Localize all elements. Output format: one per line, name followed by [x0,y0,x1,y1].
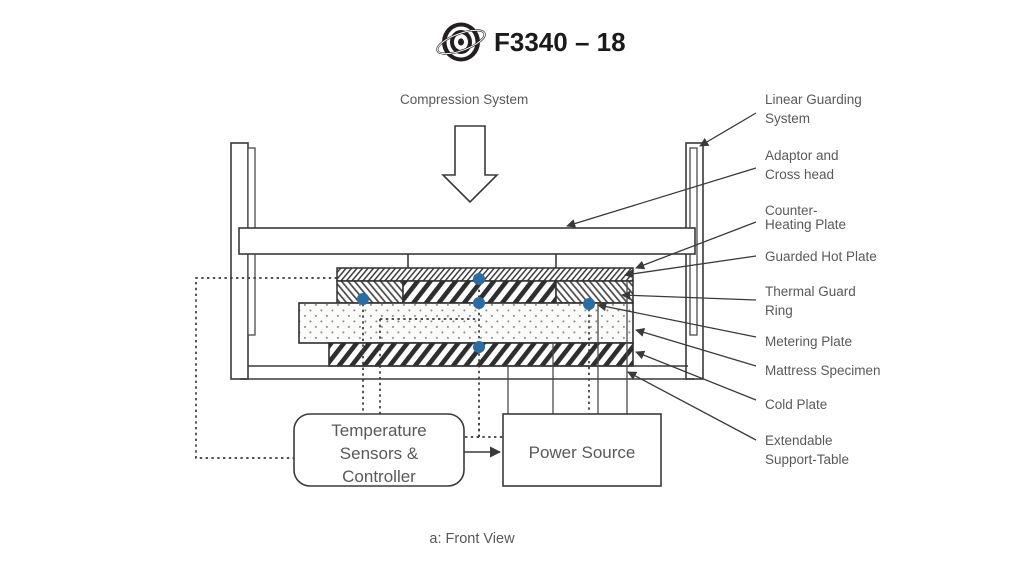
label-thermal-guard-ring-line-1: Thermal Guard [765,284,856,299]
compression-arrow-icon [441,125,499,204]
label-linear-guarding-system-line-2: System [765,111,810,126]
leader-adaptor-cross-head [566,167,757,228]
label-linear-guarding-system-line-1: Linear Guarding [765,92,862,107]
plate-stack [248,267,688,367]
label-thermal-guard-ring-line-2: Ring [765,303,793,318]
diagram-page: F3340 – 18 Compression System Temperatur… [0,0,1024,585]
standard-designation: F3340 – 18 [494,27,626,57]
compression-system-label: Compression System [400,92,528,107]
compression-system: Compression System [400,92,528,204]
controller-box[interactable]: Temperature Sensors & Controller [293,413,465,487]
label-counter-heating-plate-line-2: Heating Plate [765,217,846,232]
sensor-dot-guard-right [583,298,595,310]
sensor-dot-guard-left [357,293,369,305]
mattress-specimen [298,302,634,344]
front-view-diagram: F3340 – 18 Compression System Temperatur… [195,22,881,547]
label-mattress-specimen: Mattress Specimen [765,363,881,378]
sensor-dot-cold-plate [473,341,485,353]
sensor-dot-hot-plate-center [473,273,485,285]
sensor-dot-specimen-top [473,297,485,309]
header: F3340 – 18 [436,22,626,62]
figure-caption: a: Front View [429,531,515,547]
controller-label-line-3: Controller [342,467,416,486]
label-guarded-hot-plate: Guarded Hot Plate [765,249,877,264]
leader-linear-guarding-system [699,112,757,147]
label-counter-heating-plate-line-1: Counter- [765,203,818,218]
cross-head-beam [238,227,696,255]
thermal-guard-ring-right [555,280,634,304]
label-extendable-support-table-line-2: Support-Table [765,452,849,467]
callout-labels: Linear Guarding System Adaptor and Cross… [765,92,881,467]
label-cold-plate: Cold Plate [765,397,827,412]
controller-label-line-1: Temperature [331,421,426,440]
astm-logo-icon [436,22,486,62]
power-source-label: Power Source [529,443,636,462]
label-extendable-support-table-line-1: Extendable [765,433,833,448]
label-adaptor-cross-head-line-1: Adaptor and [765,148,839,163]
frame-left-column [230,142,249,380]
adaptor-cross-head-assembly [238,227,696,268]
controller-label-line-2: Sensors & [340,444,419,463]
label-adaptor-cross-head-line-2: Cross head [765,167,834,182]
thermal-guard-ring-left [336,280,404,304]
power-source-box[interactable]: Power Source [502,413,662,487]
label-metering-plate: Metering Plate [765,334,852,349]
counter-heating-plate [336,267,634,282]
